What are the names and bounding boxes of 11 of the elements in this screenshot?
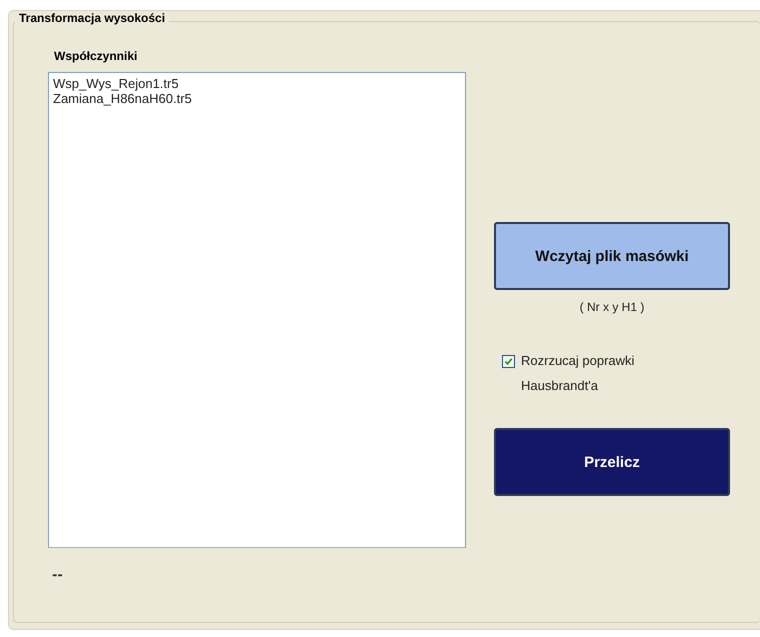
group-title: Transformacja wysokości <box>15 11 170 25</box>
list-item[interactable]: Zamiana_H86naH60.tr5 <box>53 91 461 106</box>
file-list[interactable]: Wsp_Wys_Rejon1.tr5 Zamiana_H86naH60.tr5 <box>48 72 466 548</box>
checkbox-label[interactable]: Rozrzucaj poprawki Hausbrandt'a <box>521 348 661 398</box>
format-hint: ( Nr x y H1 ) <box>580 300 644 314</box>
status-text: -- <box>52 568 64 583</box>
list-label: Współczynniki <box>54 49 138 63</box>
load-file-button[interactable]: Wczytaj plik masówki <box>494 222 730 290</box>
compute-button[interactable]: Przelicz <box>494 428 730 496</box>
list-item[interactable]: Wsp_Wys_Rejon1.tr5 <box>53 76 461 91</box>
checkbox[interactable] <box>502 355 515 368</box>
